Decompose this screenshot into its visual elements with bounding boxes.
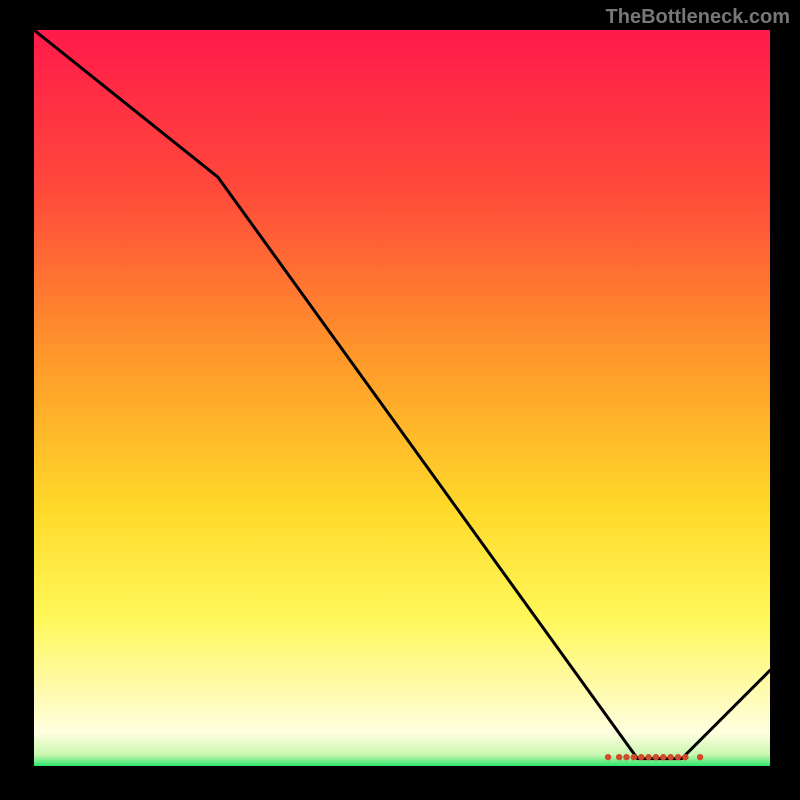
marker-point: [660, 754, 666, 760]
marker-point: [616, 754, 622, 760]
gradient-background: [34, 30, 770, 766]
marker-point: [623, 754, 629, 760]
marker-point: [667, 754, 673, 760]
plot-area: [34, 30, 770, 766]
chart-frame: TheBottleneck.com: [0, 0, 800, 800]
marker-point: [605, 754, 611, 760]
marker-point: [645, 754, 651, 760]
marker-point: [631, 754, 637, 760]
plot-svg: [34, 30, 770, 766]
marker-point: [682, 754, 688, 760]
marker-point: [675, 754, 681, 760]
marker-point: [638, 754, 644, 760]
marker-point: [697, 754, 703, 760]
watermark-text: TheBottleneck.com: [606, 6, 790, 29]
marker-point: [653, 754, 659, 760]
